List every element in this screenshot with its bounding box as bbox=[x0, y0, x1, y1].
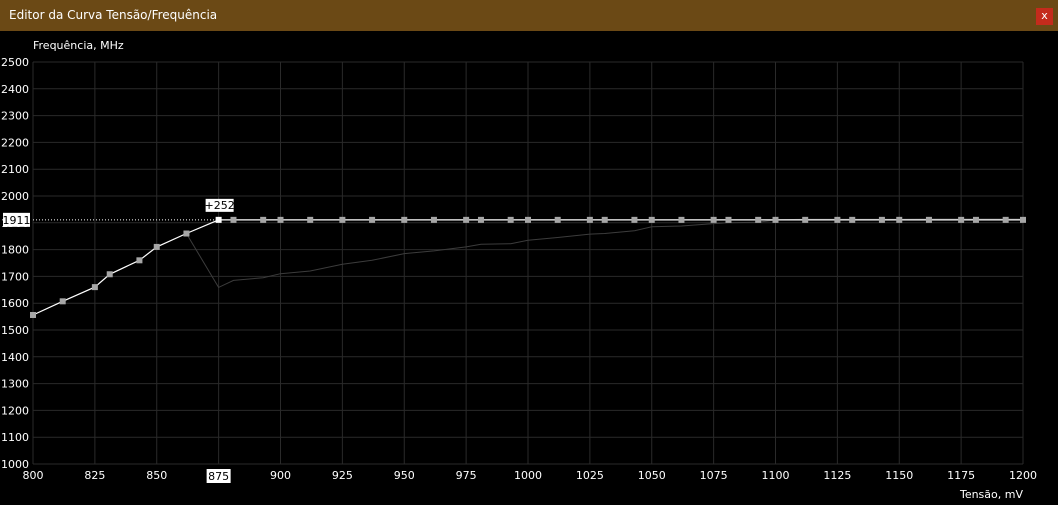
curve-point-marker bbox=[430, 216, 437, 223]
y-tick-label: 1500 bbox=[1, 324, 29, 337]
y-tick-label: 1300 bbox=[1, 378, 29, 391]
curve-point-marker bbox=[601, 216, 608, 223]
curve-point-marker bbox=[554, 216, 561, 223]
x-tick-label: 1175 bbox=[947, 469, 975, 482]
curve-point-marker bbox=[307, 216, 314, 223]
close-button[interactable]: x bbox=[1036, 8, 1053, 25]
y-tick-label: 1100 bbox=[1, 431, 29, 444]
curve-point-marker bbox=[586, 216, 593, 223]
curve-point-marker bbox=[59, 298, 66, 305]
x-tick-label: 1100 bbox=[762, 469, 790, 482]
y-tick-label: 1800 bbox=[1, 244, 29, 257]
curve-point-marker bbox=[849, 216, 856, 223]
curve-point-marker bbox=[878, 216, 885, 223]
curve-point-marker bbox=[339, 216, 346, 223]
curve-point-marker bbox=[507, 216, 514, 223]
y-axis-label: Frequência, MHz bbox=[33, 39, 124, 52]
curve-point-marker bbox=[678, 216, 685, 223]
y-tick-label: 2100 bbox=[1, 163, 29, 176]
x-tick-label: 800 bbox=[23, 469, 44, 482]
curve-point-marker bbox=[772, 216, 779, 223]
x-tick-label: 1200 bbox=[1009, 469, 1037, 482]
y-tick-label: 2000 bbox=[1, 190, 29, 203]
x-tick-label: 1125 bbox=[823, 469, 851, 482]
x-tick-label: 1050 bbox=[638, 469, 666, 482]
y-tick-label: 1700 bbox=[1, 270, 29, 283]
curve-point-marker bbox=[463, 216, 470, 223]
curve-point-marker bbox=[1020, 216, 1026, 223]
curve-point-marker bbox=[725, 216, 732, 223]
curve-point-marker bbox=[230, 216, 237, 223]
y-tick-label: 1400 bbox=[1, 351, 29, 364]
y-tick-label: 1600 bbox=[1, 297, 29, 310]
x-tick-label: 925 bbox=[332, 469, 353, 482]
x-tick-label: 1150 bbox=[885, 469, 913, 482]
y-tick-label: 2500 bbox=[1, 56, 29, 69]
curve-point-marker bbox=[648, 216, 655, 223]
curve-point-marker bbox=[153, 243, 160, 250]
curve-point-marker bbox=[30, 311, 36, 318]
curve-point-marker bbox=[710, 216, 717, 223]
offset-label: +252 bbox=[205, 199, 235, 212]
curve-point-marker bbox=[91, 284, 98, 291]
y-tick-label: 2400 bbox=[1, 83, 29, 96]
curve-point-marker bbox=[401, 216, 408, 223]
curve-point-marker bbox=[260, 216, 267, 223]
curve-point-marker bbox=[834, 216, 841, 223]
x-tick-label: 1025 bbox=[576, 469, 604, 482]
curve-point-marker bbox=[106, 271, 113, 278]
curve-point-marker bbox=[958, 216, 965, 223]
window-title: Editor da Curva Tensão/Frequência bbox=[9, 8, 218, 22]
x-tick-label: 975 bbox=[456, 469, 477, 482]
curve-point-marker bbox=[802, 216, 809, 223]
x-tick-label: 1075 bbox=[700, 469, 728, 482]
x-tick-label: 900 bbox=[270, 469, 291, 482]
curve-point-marker bbox=[136, 257, 143, 264]
curve-point-marker bbox=[277, 216, 284, 223]
curve-point-marker bbox=[925, 216, 932, 223]
curve-point-marker bbox=[631, 216, 638, 223]
curve-point-marker bbox=[896, 216, 903, 223]
y-tick-label: 2200 bbox=[1, 136, 29, 149]
x-tick-label: 1000 bbox=[514, 469, 542, 482]
selected-x-label: 875 bbox=[208, 470, 229, 483]
x-tick-label: 850 bbox=[146, 469, 167, 482]
title-bar: Editor da Curva Tensão/Frequência x bbox=[0, 0, 1058, 31]
curve-point-marker bbox=[972, 216, 979, 223]
curve-point-marker bbox=[1002, 216, 1009, 223]
vf-curve-chart[interactable]: Frequência, MHz Tensão, mV 1000 1100 1200 1… bbox=[0, 31, 1058, 505]
x-axis-label: Tensão, mV bbox=[959, 488, 1023, 501]
y-tick-label: 2300 bbox=[1, 110, 29, 123]
curve-point-marker bbox=[525, 216, 531, 223]
curve-point-marker bbox=[477, 216, 484, 223]
x-tick-label: 825 bbox=[84, 469, 105, 482]
x-tick-label: 950 bbox=[394, 469, 415, 482]
curve-point-marker bbox=[755, 216, 762, 223]
selected-y-label: 1911 bbox=[3, 214, 31, 227]
y-tick-label: 1200 bbox=[1, 404, 29, 417]
curve-point-marker bbox=[183, 230, 190, 237]
curve-point-marker bbox=[369, 216, 376, 223]
